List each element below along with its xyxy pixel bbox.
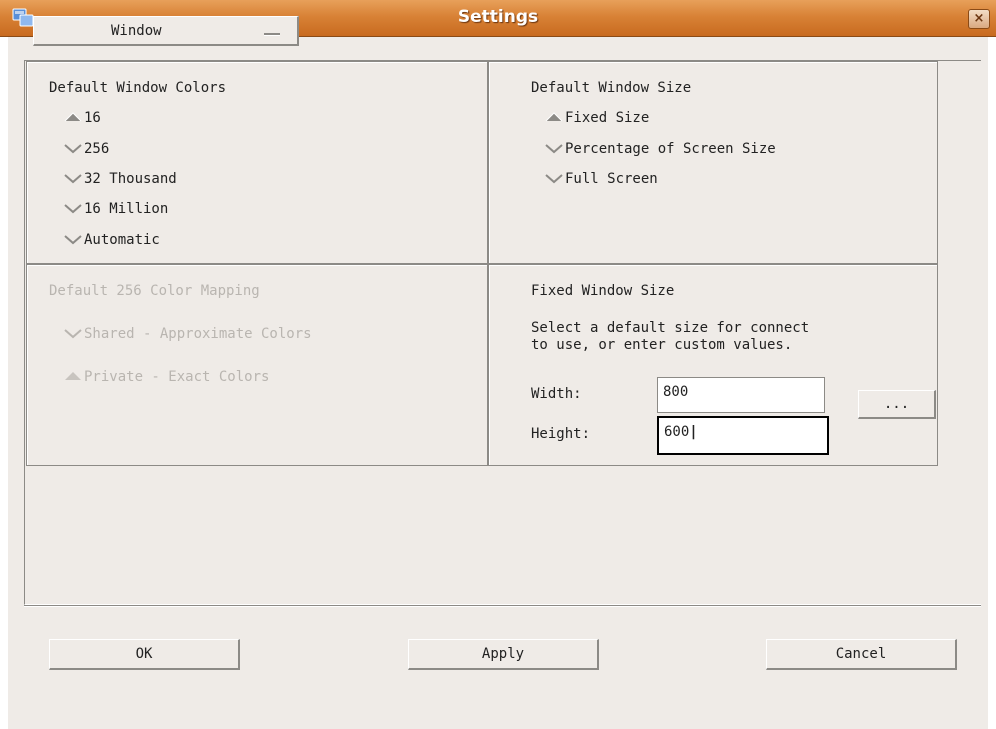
- button-separator: [24, 605, 981, 607]
- option-menu-indicator-icon: [264, 33, 280, 36]
- color-option-16[interactable]: 16: [84, 110, 101, 126]
- radio-selected-icon: [65, 372, 81, 380]
- fixed-size-title: Fixed Window Size: [531, 283, 675, 299]
- cancel-button-label: Cancel: [835, 646, 887, 662]
- radio-unselected-icon[interactable]: [545, 142, 563, 154]
- color-mapping-title: Default 256 Color Mapping: [49, 283, 260, 299]
- color-option-32-thousand[interactable]: 32 Thousand: [84, 171, 177, 187]
- width-label: Width:: [531, 386, 582, 402]
- ok-button[interactable]: OK: [49, 639, 240, 670]
- ok-button-label: OK: [135, 646, 153, 662]
- window-colors-title: Default Window Colors: [49, 80, 227, 96]
- fixed-size-description-line1: Select a default size for connect: [531, 320, 810, 336]
- color-option-16-million[interactable]: 16 Million: [84, 201, 168, 217]
- close-button[interactable]: ×: [968, 9, 990, 29]
- category-option-label: Window: [111, 23, 162, 39]
- height-value: 600: [664, 424, 690, 440]
- apply-button-label: Apply: [481, 646, 525, 662]
- color-option-automatic[interactable]: Automatic: [84, 232, 160, 248]
- radio-unselected-icon[interactable]: [545, 172, 563, 184]
- radio-selected-icon[interactable]: [545, 111, 563, 123]
- text-cursor-icon: |: [689, 424, 698, 440]
- width-value: 800: [663, 384, 689, 400]
- apply-button[interactable]: Apply: [408, 639, 599, 670]
- size-option-fixed[interactable]: Fixed Size: [565, 110, 649, 126]
- cancel-button[interactable]: Cancel: [766, 639, 957, 670]
- radio-unselected-icon[interactable]: [64, 202, 82, 214]
- width-input[interactable]: 800: [657, 377, 825, 413]
- category-option-menu[interactable]: Window: [33, 16, 299, 46]
- size-option-full-screen[interactable]: Full Screen: [565, 171, 658, 187]
- radio-unselected-icon[interactable]: [64, 233, 82, 245]
- height-input[interactable]: 600|: [657, 416, 829, 455]
- fixed-size-description-line2: to use, or enter custom values.: [531, 337, 793, 353]
- mapping-option-shared: Shared - Approximate Colors: [84, 326, 312, 342]
- radio-unselected-icon[interactable]: [64, 172, 82, 184]
- radio-selected-icon[interactable]: [64, 111, 82, 123]
- radio-unselected-icon: [64, 329, 82, 339]
- radio-unselected-icon[interactable]: [64, 142, 82, 154]
- browse-size-label: ...: [883, 396, 910, 412]
- mapping-option-private: Private - Exact Colors: [84, 369, 270, 385]
- window-size-title: Default Window Size: [531, 80, 692, 96]
- browse-size-button[interactable]: ...: [858, 390, 936, 419]
- color-option-256[interactable]: 256: [84, 141, 109, 157]
- size-option-percentage[interactable]: Percentage of Screen Size: [565, 141, 776, 157]
- height-label: Height:: [531, 426, 591, 442]
- close-icon: ×: [973, 11, 985, 26]
